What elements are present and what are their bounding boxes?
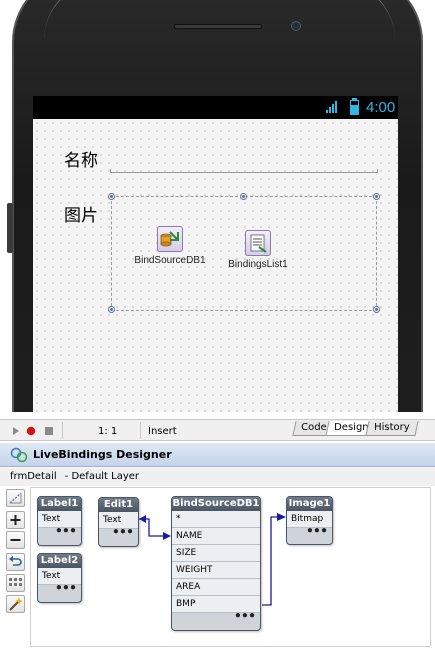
tab-history[interactable]: History <box>365 421 419 436</box>
box-title: Label1 <box>38 497 81 511</box>
resize-handle[interactable] <box>373 306 380 313</box>
play-icon[interactable] <box>12 426 20 436</box>
livebindings-canvas[interactable]: Label1 Text ●●● Label2 Text ●●● Edit1 Te… <box>30 487 431 647</box>
phone-side-button <box>7 203 13 253</box>
bindings-list-icon <box>245 230 271 256</box>
picture-label[interactable]: 图片 <box>64 201 98 226</box>
bindings-list-label: BindingsList1 <box>228 259 288 270</box>
more-dots[interactable]: ●●● <box>56 525 77 536</box>
member-area[interactable]: AREA <box>172 579 260 596</box>
label1-box[interactable]: Label1 Text ●●● <box>37 496 82 546</box>
member-name[interactable]: NAME <box>172 528 260 545</box>
more-dots[interactable]: ●●● <box>113 526 134 537</box>
layer-info: frmDetail - Default Layer <box>0 468 435 486</box>
cursor-position: 1: 1 <box>98 426 118 437</box>
bind-source-db-icon <box>157 226 183 252</box>
record-icon[interactable] <box>26 426 36 436</box>
livebindings-title-bar: LiveBindings Designer <box>0 443 435 467</box>
bindings-list-component[interactable]: BindingsList1 <box>222 230 294 270</box>
resize-handle[interactable] <box>240 193 247 200</box>
label2-box[interactable]: Label2 Text ●●● <box>37 553 82 603</box>
binding-link-bmp-image1 <box>262 516 277 606</box>
arrange-grid-icon[interactable] <box>6 574 25 592</box>
box-title: Label2 <box>38 554 81 568</box>
zoom-out-icon[interactable] <box>6 531 25 549</box>
layer-name[interactable]: - Default Layer <box>65 471 139 482</box>
phone-speaker <box>174 24 262 29</box>
image1-box[interactable]: Image1 Bitmap ●●● <box>286 496 333 545</box>
form-name: frmDetail <box>10 471 57 482</box>
livebindings-icon <box>10 447 28 463</box>
edit1-box[interactable]: Edit1 Text ●●● <box>98 497 139 547</box>
bindsourcedb1-box[interactable]: BindSourceDB1 * NAME SIZE WEIGHT AREA BM… <box>171 496 261 631</box>
resize-handle[interactable] <box>108 193 115 200</box>
livebindings-toolbar <box>4 487 27 647</box>
bind-source-db-label: BindSourceDB1 <box>134 255 206 266</box>
more-dots[interactable]: ●●● <box>56 582 77 593</box>
insert-mode: Insert <box>148 426 177 437</box>
member-size[interactable]: SIZE <box>172 545 260 562</box>
resize-handle[interactable] <box>373 193 380 200</box>
binding-link-edit1-name <box>139 518 163 537</box>
member-star[interactable]: * <box>172 511 260 528</box>
livebindings-title: LiveBindings Designer <box>33 448 172 461</box>
more-dots[interactable]: ●●● <box>307 525 328 536</box>
status-time: 4:00 <box>366 99 396 116</box>
resize-handle[interactable] <box>108 306 115 313</box>
stop-icon[interactable] <box>44 426 54 436</box>
name-label[interactable]: 名称 <box>64 146 98 171</box>
arrow-to-image1 <box>277 513 286 521</box>
wizard-icon[interactable] <box>6 595 25 613</box>
name-edit-field[interactable] <box>110 169 378 173</box>
zoom-to-fit-icon[interactable] <box>6 489 25 507</box>
editor-status-bar: 1: 1 Insert Code Design History <box>0 419 435 441</box>
phone-camera-icon <box>291 21 301 31</box>
arrow-to-edit1 <box>139 515 146 523</box>
undo-icon[interactable] <box>6 553 25 571</box>
arrow-to-name <box>163 532 171 540</box>
box-title: Edit1 <box>99 498 138 512</box>
form-canvas[interactable]: 名称 图片 BindSourceDB1 BindingsList1 <box>33 119 398 412</box>
zoom-in-icon[interactable] <box>6 511 25 529</box>
more-dots[interactable]: ●●● <box>235 610 256 621</box>
bind-source-db-component[interactable]: BindSourceDB1 <box>131 226 209 266</box>
signal-icon <box>326 101 340 113</box>
box-title: BindSourceDB1 <box>172 497 260 511</box>
box-title: Image1 <box>287 497 332 511</box>
member-weight[interactable]: WEIGHT <box>172 562 260 579</box>
battery-icon <box>350 98 359 115</box>
android-status-bar: 4:00 <box>33 96 398 119</box>
form-designer-area: 4:00 名称 图片 BindSourceDB1 BindingsList1 <box>0 0 435 412</box>
